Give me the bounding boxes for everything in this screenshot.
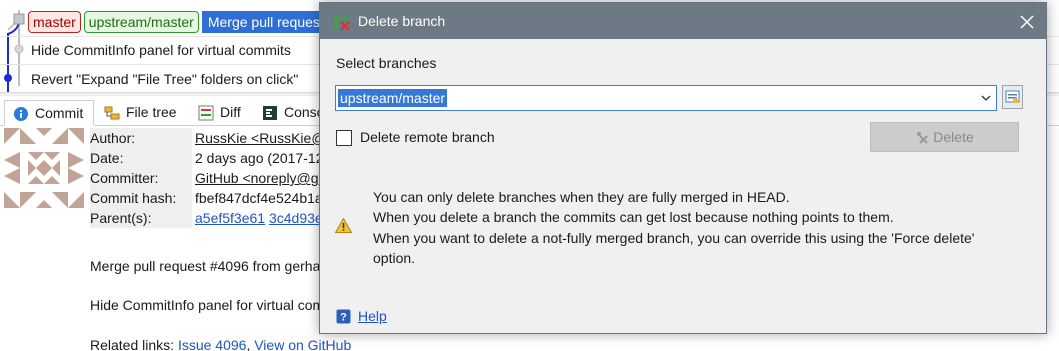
tab-label: Console [284, 104, 324, 120]
branch-select-value[interactable]: upstream/master [338, 89, 448, 107]
warning-line: When you delete a branch the commits can… [373, 209, 894, 226]
parent-link[interactable]: a5ef5f3e61 [195, 210, 265, 226]
svg-text:?: ? [340, 312, 347, 324]
related-links-label: Related links: [90, 337, 175, 351]
delete-icon [917, 132, 928, 144]
branch-delete-icon [333, 14, 350, 31]
date-label: Date: [90, 148, 192, 168]
delete-button[interactable]: Delete [870, 122, 1019, 152]
delete-remote-checkbox[interactable] [336, 130, 352, 146]
branch-list-button[interactable] [1002, 85, 1023, 109]
revision-graph [4, 10, 25, 92]
warning-icon [335, 218, 352, 233]
revision-message[interactable]: Hide CommitInfo panel for virtual commit… [31, 42, 291, 58]
warning-line: You can only delete branches when they a… [373, 189, 790, 205]
file-tree-icon [104, 106, 120, 120]
avatar [4, 128, 84, 208]
help-icon[interactable]: ? [336, 309, 351, 324]
tab-label: File tree [126, 104, 177, 120]
info-icon [14, 107, 28, 121]
delete-remote-label[interactable]: Delete remote branch [360, 129, 495, 145]
revision-row[interactable]: Revert "Expand "File Tree" folders on cl… [31, 66, 298, 92]
chevron-down-icon[interactable] [980, 91, 992, 105]
committer-label: Committer: [90, 168, 192, 188]
revision-row[interactable]: Hide CommitInfo panel for virtual commit… [31, 37, 291, 63]
delete-branch-dialog: Delete branch Select branches upstream/m… [319, 2, 1047, 334]
close-button[interactable] [1012, 7, 1042, 35]
tab-diff[interactable]: Diff [190, 100, 252, 126]
dialog-title: Delete branch [358, 13, 446, 29]
tab-label: Commit [35, 105, 84, 121]
parents-label: Parent(s): [90, 208, 192, 228]
dialog-title-bar[interactable]: Delete branch [320, 3, 1046, 39]
author-label: Author: [90, 128, 192, 148]
branch-label-local[interactable]: master [28, 11, 81, 34]
tab-console[interactable]: Console [254, 100, 324, 126]
branch-label-remote[interactable]: upstream/master [83, 11, 199, 34]
list-select-icon [1005, 90, 1020, 103]
warning-line: When you want to delete a not-fully merg… [373, 229, 975, 267]
tab-file-tree[interactable]: File tree [96, 100, 188, 126]
branch-select-combobox[interactable]: upstream/master [335, 85, 997, 111]
revision-message[interactable]: Revert "Expand "File Tree" folders on cl… [31, 71, 298, 87]
hash-label: Commit hash: [90, 188, 192, 208]
delete-button-label: Delete [933, 129, 974, 145]
commit-message-line: Hide CommitInfo panel for virtual commit… [90, 297, 350, 313]
warning-message: You can only delete branches when they a… [373, 187, 1013, 269]
select-branches-label: Select branches [336, 55, 437, 71]
tab-label: Diff [220, 104, 241, 120]
console-icon [263, 106, 277, 120]
view-on-github-link[interactable]: View on GitHub [254, 337, 351, 351]
tab-commit[interactable]: Commit [4, 100, 94, 126]
help-link[interactable]: Help [358, 308, 387, 324]
issue-link[interactable]: Issue 4096 [178, 337, 247, 351]
close-icon [1020, 15, 1034, 29]
related-links: Related links: Issue 4096, View on GitHu… [90, 337, 351, 351]
diff-icon [198, 105, 214, 121]
